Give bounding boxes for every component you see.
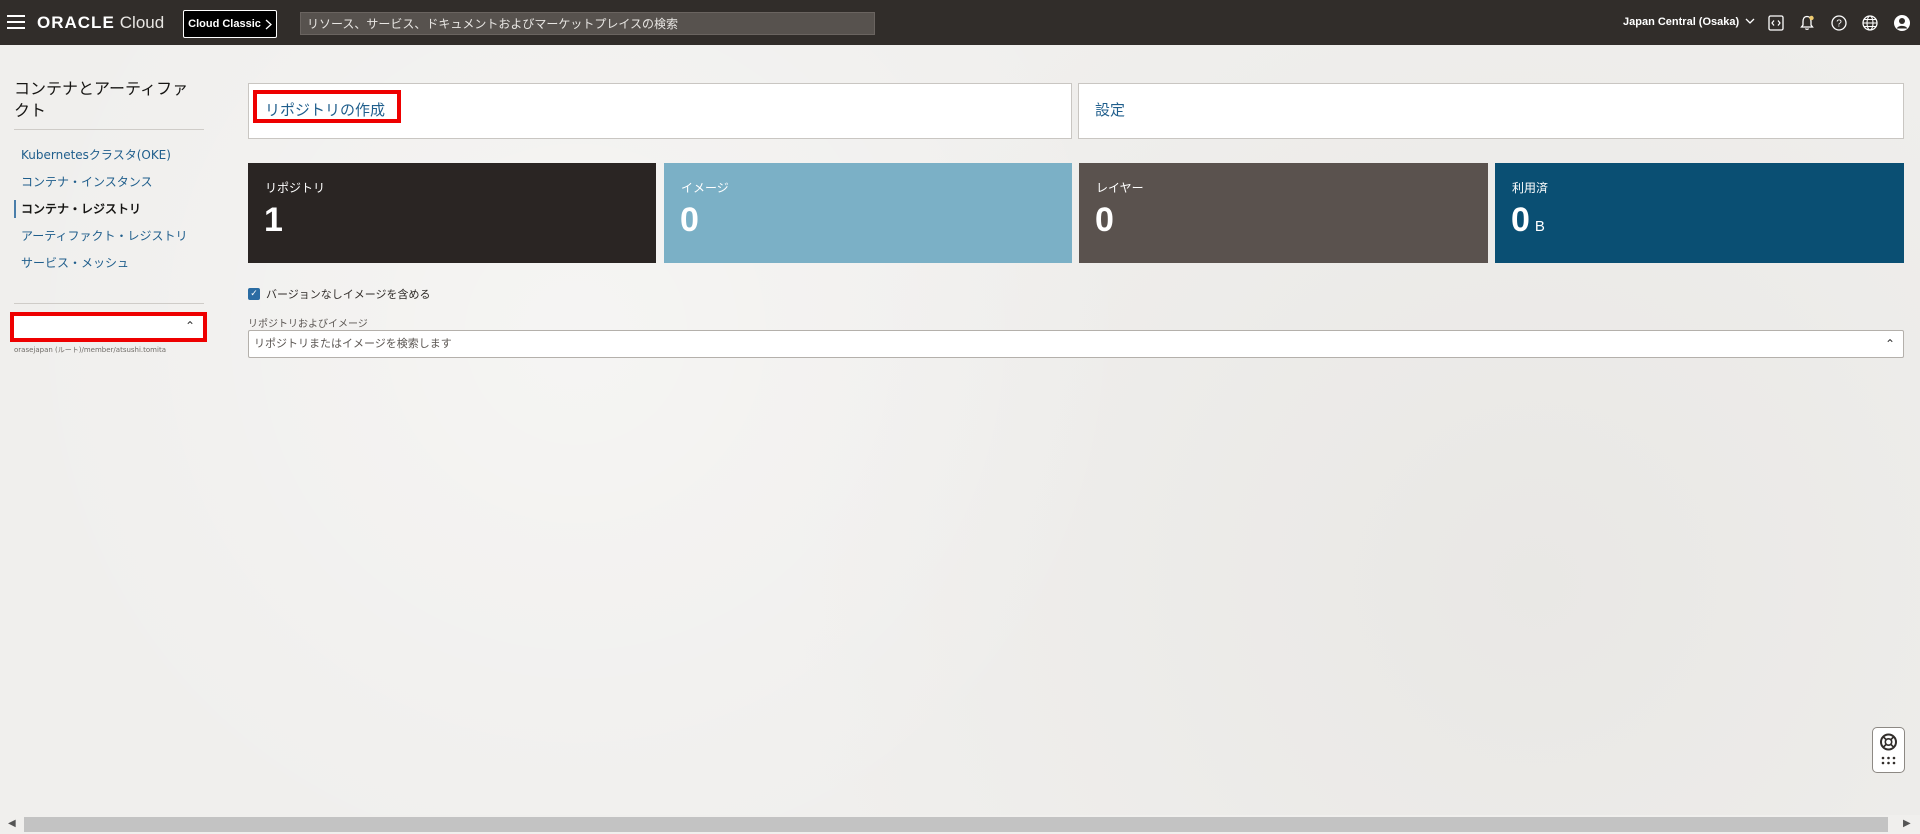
top-bar: ORACLE Cloud Cloud Classic リソース、サービス、ドキュ… — [0, 0, 1920, 45]
global-search-input[interactable]: リソース、サービス、ドキュメントおよびマーケットプレイスの検索 — [300, 12, 875, 35]
sidebar-item-kubernetes-clusters[interactable]: Kubernetesクラスタ(OKE) — [14, 146, 171, 164]
create-repository-link[interactable]: リポジトリの作成 — [265, 99, 385, 120]
sidebar-divider-2 — [14, 303, 204, 304]
include-unversioned-label[interactable]: バージョンなしイメージを含める — [266, 286, 431, 302]
metric-label: イメージ — [681, 181, 729, 195]
menu-icon[interactable] — [7, 15, 25, 29]
horizontal-scrollbar[interactable]: ◀ ▶ — [0, 815, 1920, 834]
metric-tile-images: イメージ 0 — [664, 163, 1072, 263]
include-unversioned-checkbox[interactable]: ✓ — [248, 288, 260, 300]
sidebar-divider — [14, 129, 204, 130]
cloud-classic-label: Cloud Classic — [188, 18, 261, 30]
metric-tile-repositories: リポジトリ 1 — [248, 163, 656, 263]
search-placeholder: リソース、サービス、ドキュメントおよびマーケットプレイスの検索 — [307, 17, 679, 31]
settings-card[interactable]: 設定 — [1078, 83, 1904, 139]
lifebuoy-icon — [1880, 733, 1897, 765]
oracle-cloud-logo[interactable]: ORACLE Cloud — [37, 13, 164, 33]
chevron-up-down-icon: ⌃ — [184, 319, 195, 333]
metric-value: 1 — [264, 201, 283, 239]
cloud-classic-button[interactable]: Cloud Classic — [183, 10, 277, 38]
scroll-right-icon[interactable]: ▶ — [1903, 818, 1911, 829]
create-repository-card[interactable]: リポジトリの作成 — [248, 83, 1072, 139]
chevron-right-icon — [265, 19, 272, 29]
metric-value: 0B — [1511, 201, 1545, 239]
help-widget[interactable] — [1872, 727, 1905, 773]
chevron-up-down-icon: ⌃ — [1884, 337, 1895, 351]
sidebar-item-service-mesh[interactable]: サービス・メッシュ — [14, 254, 129, 272]
metric-tile-used-storage: 利用済 0B — [1495, 163, 1904, 263]
bell-icon[interactable] — [1798, 14, 1816, 32]
region-selector[interactable]: Japan Central (Osaka) — [1623, 16, 1755, 28]
code-editor-icon[interactable] — [1767, 14, 1785, 32]
metric-value: 0 — [680, 201, 699, 239]
repository-image-select[interactable]: リポジトリまたはイメージを検索します ⌃ — [248, 330, 1904, 358]
scroll-left-icon[interactable]: ◀ — [8, 818, 16, 829]
globe-icon[interactable] — [1861, 14, 1879, 32]
sidebar-title: コンテナとアーティファクト — [14, 79, 189, 120]
repo-field-label: リポジトリおよびイメージ — [248, 319, 368, 330]
user-avatar-icon[interactable] — [1893, 14, 1911, 32]
help-icon[interactable]: ? — [1830, 14, 1848, 32]
sidebar-item-container-registry[interactable]: コンテナ・レジストリ — [14, 200, 141, 218]
logo-product: Cloud — [119, 13, 165, 32]
metric-label: リポジトリ — [265, 181, 326, 195]
sidebar-item-artifact-registry[interactable]: アーティファクト・レジストリ — [14, 227, 188, 245]
repo-select-placeholder: リポジトリまたはイメージを検索します — [254, 337, 452, 350]
metric-label: レイヤー — [1096, 181, 1144, 195]
svg-text:?: ? — [1836, 19, 1842, 30]
sidebar-item-container-instances[interactable]: コンテナ・インスタンス — [14, 173, 153, 191]
metric-tile-layers: レイヤー 0 — [1079, 163, 1488, 263]
settings-link[interactable]: 設定 — [1095, 99, 1125, 120]
scrollbar-thumb[interactable] — [24, 817, 1888, 832]
region-label: Japan Central (Osaka) — [1623, 16, 1740, 28]
compartment-path: orasejapan (ルート)/member/atsushi.tomita — [14, 346, 166, 354]
logo-brand: ORACLE — [37, 13, 115, 32]
metric-value: 0 — [1095, 201, 1114, 239]
compartment-select[interactable]: ⌃ — [10, 312, 207, 342]
chevron-down-icon — [1745, 18, 1755, 24]
metric-label: 利用済 — [1512, 181, 1549, 195]
